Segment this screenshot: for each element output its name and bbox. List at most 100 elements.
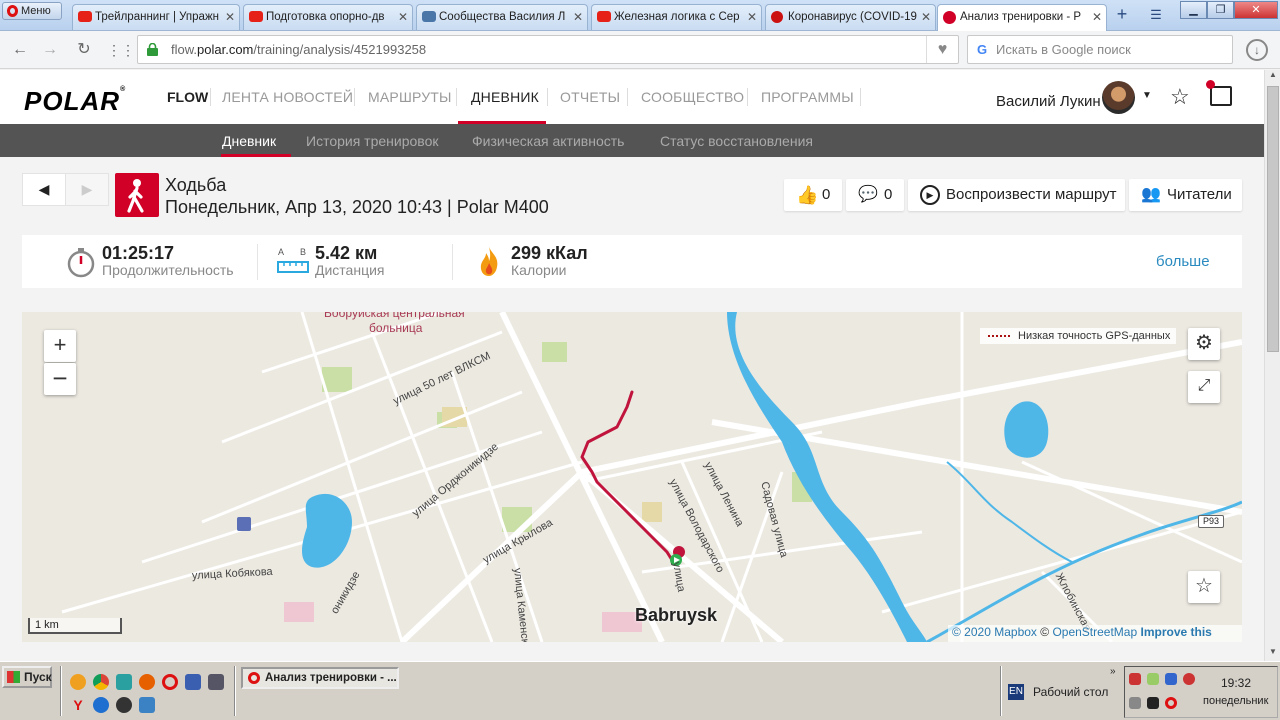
- media-player-icon[interactable]: [116, 697, 132, 713]
- opera-icon[interactable]: [1165, 697, 1177, 709]
- user-name[interactable]: Василий Лукин: [996, 93, 1101, 110]
- back-icon[interactable]: ←: [10, 40, 30, 60]
- subnav-training-history[interactable]: История тренировок: [306, 133, 438, 149]
- calories-label: Калории: [511, 262, 567, 278]
- polar-flowsync-icon[interactable]: [1147, 697, 1159, 709]
- notifications-icon[interactable]: [1206, 80, 1232, 106]
- chevron-down-icon[interactable]: ▼: [1142, 90, 1152, 101]
- scroll-down-icon[interactable]: ▼: [1265, 647, 1280, 661]
- firefox-icon[interactable]: [139, 674, 155, 690]
- favorite-route-star-icon[interactable]: ☆: [1188, 571, 1220, 603]
- nav-routes[interactable]: МАРШРУТЫ: [368, 89, 452, 105]
- map-label-hospital-1: Бобруйская центральная: [324, 312, 465, 320]
- map-scale: 1 km: [28, 618, 122, 634]
- browser-tab-active[interactable]: Анализ тренировки - Р ✕: [937, 4, 1107, 31]
- browser-tab[interactable]: Коронавирус (COVID-19 ✕: [765, 4, 936, 30]
- browser-tab[interactable]: Подготовка опорно-дв ✕: [243, 4, 413, 30]
- tab-close-icon[interactable]: ✕: [921, 5, 931, 29]
- toolbar-expand-icon[interactable]: »: [1110, 666, 1116, 677]
- readers-button[interactable]: 👥 Читатели: [1129, 179, 1242, 211]
- maximize-button[interactable]: ❐: [1207, 1, 1234, 19]
- desktop-toolbar[interactable]: Рабочий стол: [1033, 685, 1108, 699]
- minimize-button[interactable]: ▁: [1180, 1, 1207, 19]
- avatar[interactable]: [1102, 81, 1135, 114]
- system-tray: [1124, 666, 1278, 718]
- yandex-icon[interactable]: Y: [70, 697, 86, 713]
- nav-reports[interactable]: ОТЧЕТЫ: [560, 89, 620, 105]
- nav-diary[interactable]: ДНЕВНИК: [471, 89, 539, 105]
- subnav-recovery[interactable]: Статус восстановления: [660, 133, 813, 149]
- people-icon: 👥: [1141, 186, 1161, 203]
- scrollbar-thumb[interactable]: [1267, 86, 1279, 352]
- language-indicator[interactable]: EN: [1008, 684, 1024, 700]
- browser-tab[interactable]: Железная логика с Сер ✕: [591, 4, 762, 30]
- tab-close-icon[interactable]: ✕: [225, 5, 235, 29]
- tray-icon[interactable]: [1147, 673, 1159, 685]
- chrome-icon[interactable]: [93, 674, 109, 690]
- app-icon[interactable]: [139, 697, 155, 713]
- forward-icon[interactable]: →: [40, 40, 60, 60]
- map-label-hospital-2: больница: [369, 321, 423, 335]
- like-button[interactable]: 👍 0: [784, 179, 842, 211]
- page-scrollbar[interactable]: ▲ ▼: [1264, 70, 1280, 661]
- sub-navigation: Дневник История тренировок Физическая ак…: [0, 124, 1264, 157]
- search-input[interactable]: G Искать в Google поиск: [967, 35, 1233, 64]
- route-map[interactable]: Бобруйская центральная больница улица 50…: [22, 312, 1242, 642]
- nav-programs[interactable]: ПРОГРАММЫ: [761, 89, 854, 105]
- tab-close-icon[interactable]: ✕: [747, 5, 757, 29]
- close-window-button[interactable]: ✕: [1234, 1, 1278, 19]
- avast-icon[interactable]: [70, 674, 86, 690]
- fullscreen-icon[interactable]: ⤢: [1188, 371, 1220, 403]
- new-tab-button[interactable]: +: [1112, 5, 1132, 25]
- nav-community[interactable]: СООБЩЕСТВО: [641, 89, 744, 105]
- subnav-activity[interactable]: Физическая активность: [472, 133, 624, 149]
- mapbox-link[interactable]: Mapbox: [994, 625, 1037, 639]
- site-header: POLAR® FLOW ЛЕНТА НОВОСТЕЙ МАРШРУТЫ ДНЕВ…: [0, 70, 1264, 124]
- reload-icon[interactable]: ↻: [74, 40, 94, 60]
- replay-route-button[interactable]: ▶ Воспроизвести маршрут: [908, 179, 1125, 211]
- tray-icon[interactable]: [1129, 673, 1141, 685]
- youtube-icon: [78, 11, 92, 22]
- next-training-button[interactable]: ▶: [65, 173, 109, 206]
- osm-link[interactable]: OpenStreetMap: [1052, 625, 1137, 639]
- tab-close-icon[interactable]: ✕: [573, 5, 583, 29]
- scroll-up-icon[interactable]: ▲: [1265, 70, 1280, 84]
- browser-tab[interactable]: Трейлраннинг | Упражн ✕: [72, 4, 240, 30]
- nav-divider: [860, 88, 861, 106]
- tab-menu-icon[interactable]: ☰: [1146, 7, 1166, 23]
- save-icon[interactable]: [185, 674, 201, 690]
- opera-icon[interactable]: [162, 674, 178, 690]
- bookmark-heart-icon[interactable]: ♥: [926, 36, 958, 63]
- nav-newsfeed[interactable]: ЛЕНТА НОВОСТЕЙ: [222, 89, 353, 105]
- tray-icon[interactable]: [1165, 673, 1177, 685]
- vk-icon: [422, 11, 436, 22]
- url-field[interactable]: flow.polar.com/training/analysis/4521993…: [137, 35, 959, 64]
- start-button[interactable]: Пуск: [2, 666, 52, 688]
- opera-icon: [248, 672, 260, 684]
- taskbar-window-button[interactable]: Анализ тренировки - ...: [241, 667, 399, 689]
- previous-training-button[interactable]: ◀: [22, 173, 66, 206]
- more-link[interactable]: больше: [1156, 253, 1210, 270]
- app-icon[interactable]: [116, 674, 132, 690]
- nav-divider: [210, 88, 211, 106]
- polar-logo[interactable]: POLAR®: [24, 86, 126, 117]
- opera-menu-button[interactable]: Меню: [2, 2, 62, 20]
- star-icon[interactable]: ☆: [1170, 84, 1190, 110]
- speed-dial-icon[interactable]: ⋮⋮: [107, 40, 135, 60]
- training-date-device: Понедельник, Апр 13, 2020 10:43 | Polar …: [165, 197, 549, 217]
- download-icon[interactable]: ↓: [1246, 39, 1268, 61]
- tray-icon[interactable]: [1129, 697, 1141, 709]
- clock-time[interactable]: 19:32: [1221, 676, 1251, 690]
- settings-gear-icon[interactable]: ⚙: [1188, 328, 1220, 360]
- ie-icon[interactable]: [93, 697, 109, 713]
- zoom-out-button[interactable]: −: [44, 363, 76, 395]
- calendar-icon[interactable]: [208, 674, 224, 690]
- shield-icon[interactable]: [1183, 673, 1195, 685]
- zoom-in-button[interactable]: +: [44, 330, 76, 362]
- comments-button[interactable]: 💬 0: [846, 179, 904, 211]
- nav-divider: [354, 88, 355, 106]
- tab-close-icon[interactable]: ✕: [1092, 5, 1102, 29]
- browser-tab[interactable]: Сообщества Василия Л ✕: [416, 4, 588, 30]
- subnav-diary[interactable]: Дневник: [222, 133, 276, 149]
- tab-close-icon[interactable]: ✕: [398, 5, 408, 29]
